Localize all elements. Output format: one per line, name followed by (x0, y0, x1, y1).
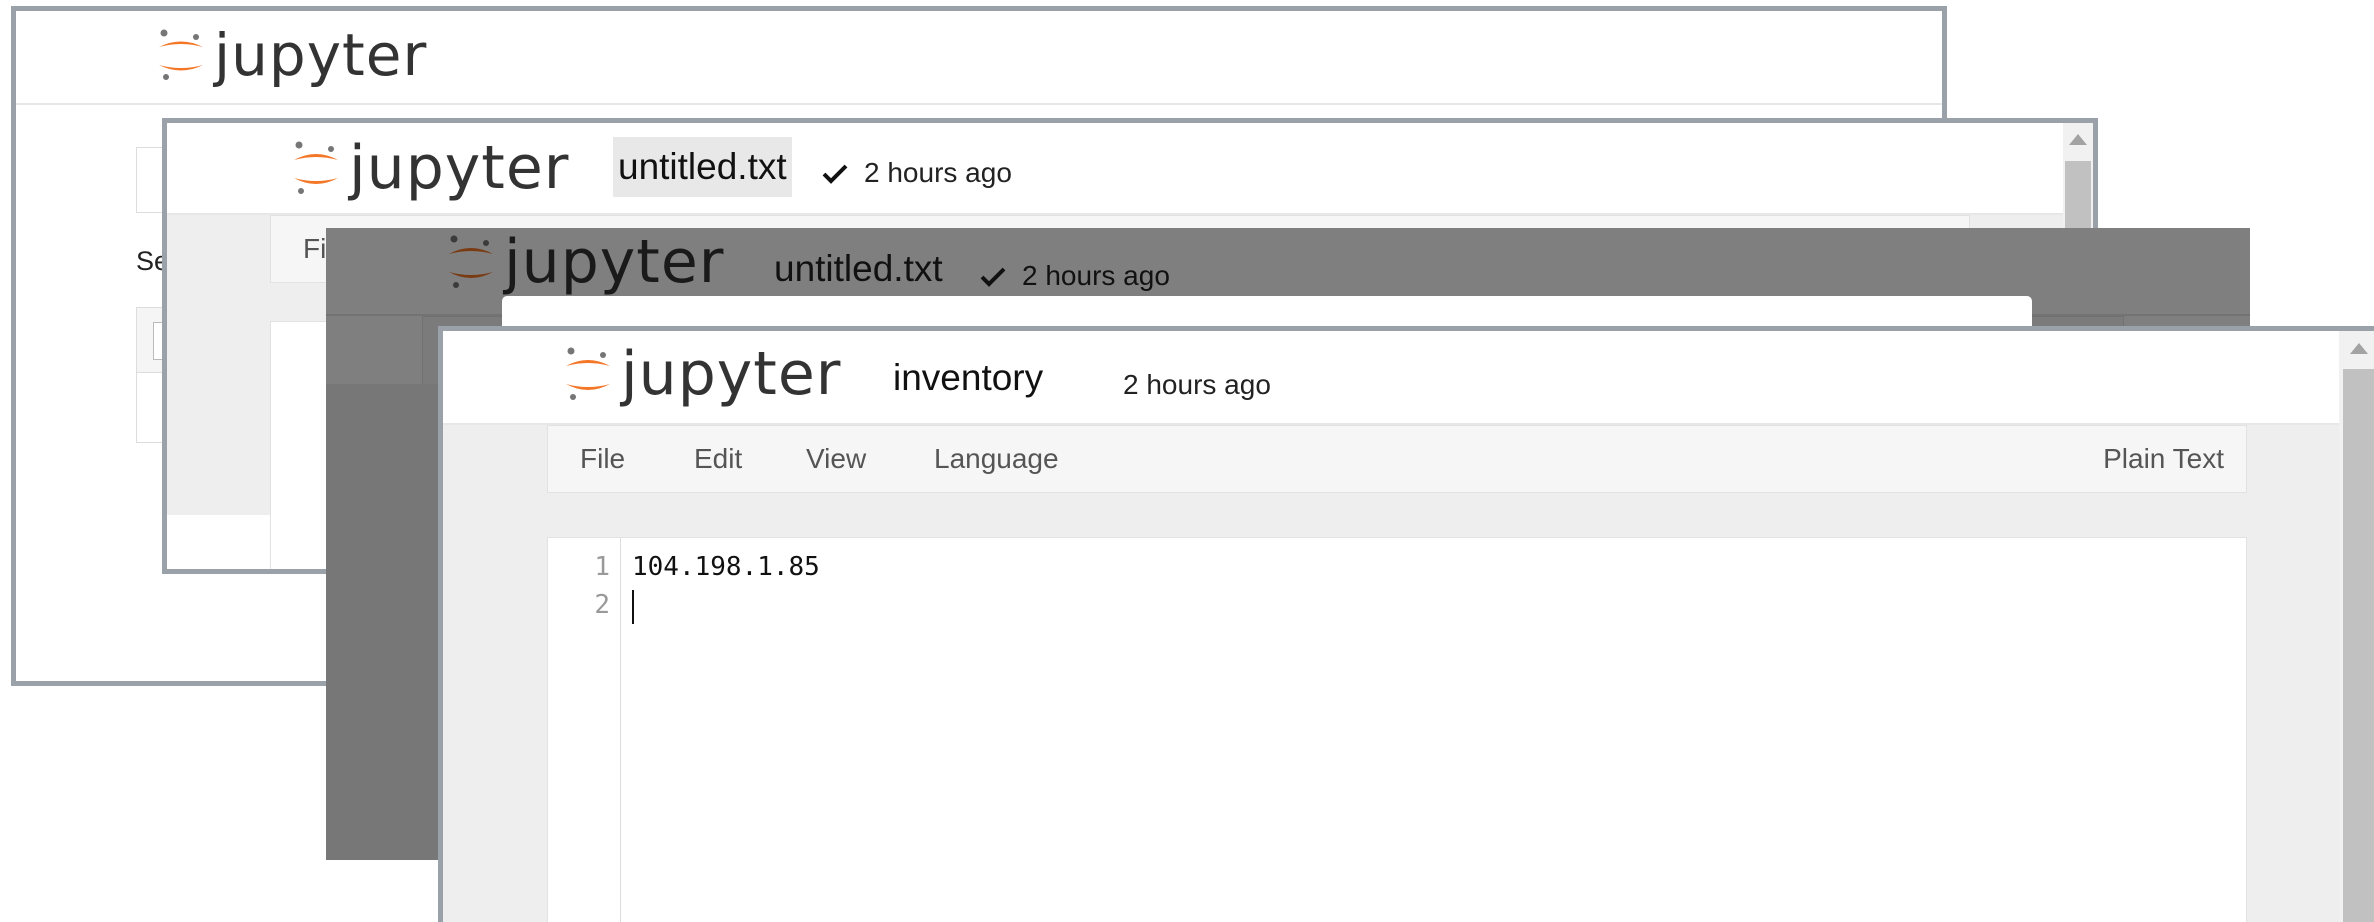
scroll-up-arrow-icon[interactable] (2350, 343, 2368, 354)
jupyter-logo[interactable]: jupyter (156, 21, 427, 89)
line-number: 1 (594, 552, 610, 582)
code-line: 104.198.1.85 (632, 552, 820, 582)
filename-title[interactable]: untitled.txt (613, 137, 792, 197)
jupyter-logo[interactable]: jupyter (563, 339, 841, 409)
last-saved-timestamp: 2 hours ago (864, 157, 1012, 188)
menu-view[interactable]: View (806, 426, 866, 492)
check-icon (822, 164, 848, 184)
filename-text[interactable]: untitled.txt (774, 248, 943, 290)
jupyter-logo-text: jupyter (349, 133, 570, 203)
filename-text: untitled.txt (618, 146, 787, 187)
text-cursor (632, 590, 634, 624)
jupyter-logo[interactable]: jupyter (291, 133, 569, 203)
line-gutter (548, 538, 621, 922)
menu-edit[interactable]: Edit (694, 426, 742, 492)
last-saved-timestamp: 2 hours ago (1022, 260, 1170, 291)
jupyter-logo-text: jupyter (214, 21, 428, 89)
jupyter-logo-text: jupyter (504, 228, 725, 297)
jupyter-logo-icon (449, 235, 493, 288)
line-number: 2 (594, 590, 610, 620)
jupyter-logo-icon (159, 29, 203, 80)
jupyter-logo-text: jupyter (621, 339, 842, 409)
jupyter-logo-icon (566, 347, 610, 400)
menu-file[interactable]: Fi (303, 216, 326, 282)
jupyter-logo-icon (294, 141, 338, 194)
last-saved-timestamp: 2 hours ago (1123, 369, 1271, 400)
scrollbar-thumb[interactable] (2343, 369, 2374, 922)
menu-file[interactable]: File (580, 426, 625, 492)
header-divider (16, 103, 1942, 105)
code-area[interactable]: 1 2 104.198.1.85 (547, 537, 2247, 922)
filename-text[interactable]: inventory (893, 357, 1043, 399)
menubar: File Edit View Language Plain Text (547, 425, 2247, 493)
menu-language[interactable]: Language (934, 426, 1059, 492)
mode-indicator[interactable]: Plain Text (2103, 426, 2224, 492)
scroll-up-arrow-icon[interactable] (2069, 134, 2087, 145)
jupyter-logo[interactable]: jupyter (446, 228, 724, 297)
editor-window-inventory: jupyter inventory 2 hours ago File Edit … (438, 326, 2374, 922)
check-icon (980, 267, 1006, 287)
